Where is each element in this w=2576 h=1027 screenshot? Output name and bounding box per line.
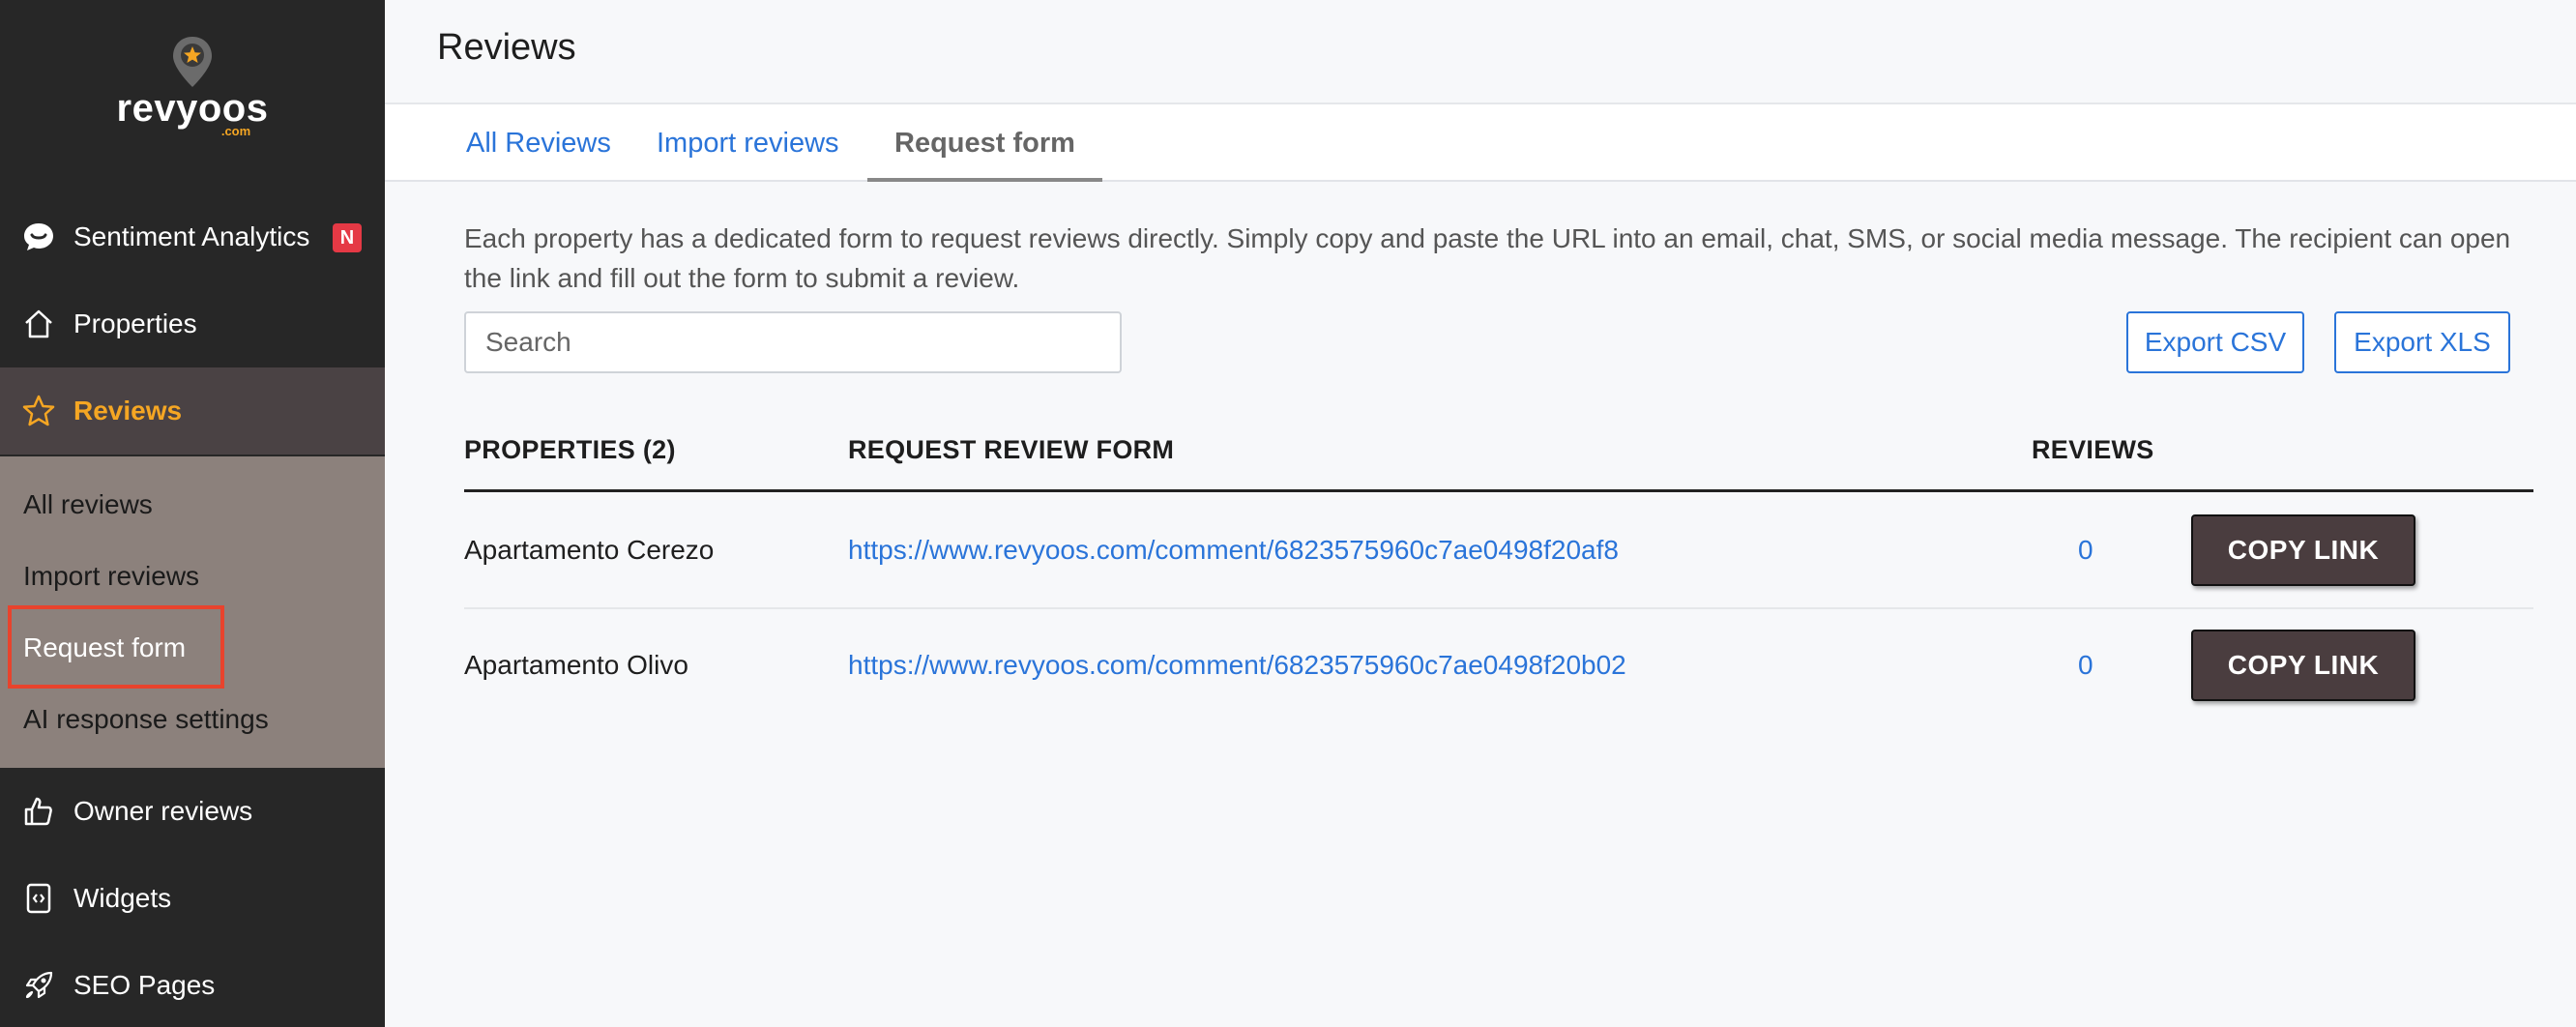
sidebar: revyoos .com Sentiment Analytics N Prope… [0,0,385,1027]
main-content: Reviews All Reviews Import reviews Reque… [385,0,2576,1027]
tab-bar: All Reviews Import reviews Request form [385,104,2576,182]
revyoos-logo[interactable]: revyoos .com [0,35,385,138]
tab-all-reviews[interactable]: All Reviews [439,104,638,182]
submenu-item-import-reviews[interactable]: Import reviews [23,557,199,596]
review-count[interactable]: 0 [2078,535,2093,566]
search-input[interactable] [464,311,1122,373]
star-icon [21,394,56,428]
export-xls-button[interactable]: Export XLS [2334,311,2510,373]
home-icon [21,307,56,341]
review-count[interactable]: 0 [2078,650,2093,681]
sidebar-item-owner-reviews[interactable]: Owner reviews [0,768,385,855]
sidebar-item-label: Owner reviews [73,796,253,826]
request-form-link[interactable]: https://www.revyoos.com/comment/68235759… [848,650,1626,681]
rocket-icon [21,968,56,1003]
submenu-item-ai-response-settings[interactable]: AI response settings [23,700,269,739]
chat-bubble-icon [21,220,56,254]
location-pin-icon [173,37,212,87]
tab-request-form[interactable]: Request form [867,104,1102,182]
page-header: Reviews [385,0,2576,104]
sidebar-item-label: SEO Pages [73,970,216,1000]
table-header-divider [464,489,2533,492]
page-title: Reviews [437,27,576,68]
sidebar-item-label: Properties [73,308,197,338]
row-divider [464,607,2533,609]
sidebar-item-label: Sentiment Analytics [73,221,310,251]
selection-highlight [8,605,224,689]
sidebar-item-label: Widgets [73,883,172,913]
copy-link-button[interactable]: COPY LINK [2191,514,2415,586]
code-file-icon [21,881,56,916]
sidebar-item-label: Reviews [73,396,183,425]
request-form-link[interactable]: https://www.revyoos.com/comment/68235759… [848,535,1619,566]
copy-link-button[interactable]: COPY LINK [2191,630,2415,701]
submenu-item-all-reviews[interactable]: All reviews [23,485,153,524]
column-header-reviews: REVIEWS [2032,435,2154,464]
property-name: Apartamento Olivo [464,650,688,680]
sidebar-item-sentiment-analytics[interactable]: Sentiment Analytics N [0,193,385,280]
sidebar-item-reviews[interactable]: Reviews [0,367,385,455]
column-header-properties: PROPERTIES (2) [464,435,676,464]
page-description: Each property has a dedicated form to re… [464,223,2511,293]
sidebar-item-widgets[interactable]: Widgets [0,855,385,942]
thumbs-up-icon [21,794,56,829]
sidebar-item-properties[interactable]: Properties [0,280,385,367]
column-header-request-review-form: REQUEST REVIEW FORM [848,435,1175,464]
new-badge: N [333,223,362,252]
sidebar-item-seo-pages[interactable]: SEO Pages [0,942,385,1027]
export-csv-button[interactable]: Export CSV [2126,311,2304,373]
tab-import-reviews[interactable]: Import reviews [629,104,866,182]
property-name: Apartamento Cerezo [464,535,715,565]
